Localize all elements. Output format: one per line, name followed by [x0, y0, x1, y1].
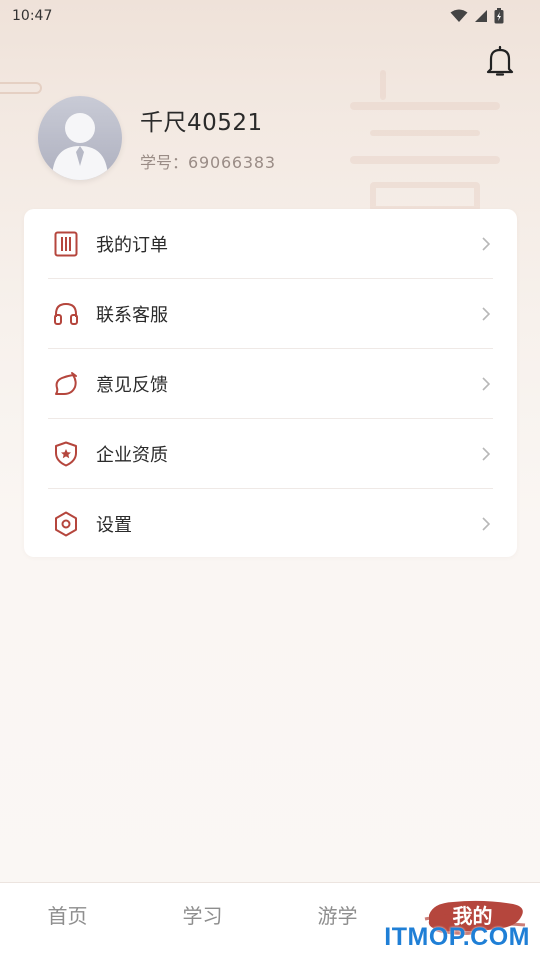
nav-tab-home[interactable]: 首页: [0, 883, 135, 960]
profile-section[interactable]: 千尺40521 学号：69066383: [38, 96, 276, 180]
menu-item-label: 企业资质: [96, 444, 168, 466]
wifi-icon: [450, 9, 468, 22]
menu-item-label: 联系客服: [96, 304, 168, 326]
menu-item-label: 设置: [96, 515, 132, 536]
chevron-right-icon: [479, 517, 493, 531]
nav-tab-study[interactable]: 学习: [135, 883, 270, 960]
menu-card: 我的订单 联系客服 意见反馈 企业资质 设置: [24, 209, 517, 557]
menu-item-qualifications[interactable]: 企业资质: [48, 419, 493, 489]
headset-icon: [51, 299, 81, 329]
bell-icon: [486, 45, 514, 76]
chevron-right-icon: [479, 446, 493, 461]
shield-star-icon: [51, 439, 81, 469]
nav-tab-label: 游学: [317, 904, 358, 928]
avatar[interactable]: [38, 96, 122, 180]
signal-icon: [475, 10, 487, 22]
feedback-bubble-icon: [51, 369, 81, 399]
profile-info: 千尺40521 学号：69066383: [140, 103, 276, 173]
student-id-value: 69066383: [188, 153, 276, 172]
status-time: 10:47: [12, 8, 53, 24]
settings-hexagon-icon: [51, 509, 81, 539]
chevron-right-icon: [479, 236, 493, 251]
menu-item-label: 我的订单: [96, 234, 168, 256]
chevron-right-icon: [479, 376, 493, 391]
menu-item-feedback[interactable]: 意见反馈: [48, 349, 493, 419]
battery-icon: [494, 8, 504, 24]
nav-tab-label: 首页: [47, 904, 88, 928]
chevron-right-icon: [479, 306, 493, 321]
status-bar: 10:47: [0, 0, 540, 32]
decorative-line: [0, 82, 42, 94]
menu-item-my-orders[interactable]: 我的订单: [48, 209, 493, 279]
order-list-icon: [51, 229, 81, 259]
default-avatar-icon: [52, 113, 108, 180]
status-icons: [450, 8, 504, 24]
nav-tab-label: 我的: [452, 904, 493, 928]
menu-item-settings[interactable]: 设置: [48, 489, 493, 559]
menu-item-customer-service[interactable]: 联系客服: [48, 279, 493, 349]
student-id-row: 学号：69066383: [140, 149, 276, 173]
menu-item-label: 意见反馈: [96, 374, 168, 396]
notification-bell-button[interactable]: [484, 44, 516, 78]
username: 千尺40521: [140, 110, 263, 136]
student-id-label: 学号：: [140, 153, 189, 172]
decorative-background-character: [350, 70, 510, 220]
nav-tab-label: 学习: [182, 904, 223, 928]
